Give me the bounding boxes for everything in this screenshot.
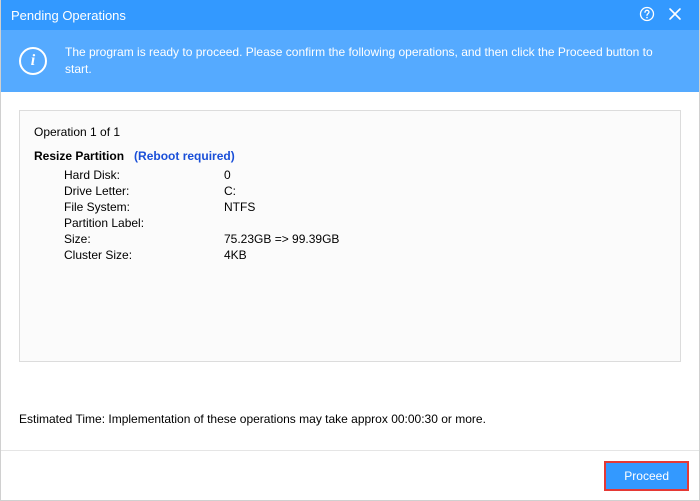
row-size: Size: 75.23GB => 99.39GB	[34, 231, 666, 247]
value-hard-disk: 0	[224, 167, 666, 183]
reboot-required-label: Reboot required	[138, 149, 231, 163]
value-partition-label	[224, 215, 666, 231]
operation-count: Operation 1 of 1	[34, 125, 666, 139]
operation-title: Resize Partition	[34, 149, 124, 163]
pending-operations-window: Pending Operations i The program is read…	[0, 0, 700, 501]
row-file-system: File System: NTFS	[34, 199, 666, 215]
label-cluster-size: Cluster Size:	[64, 247, 224, 263]
window-title: Pending Operations	[11, 8, 633, 23]
reboot-close-paren: )	[231, 149, 235, 163]
operations-panel: Operation 1 of 1 Resize Partition (Reboo…	[19, 110, 681, 362]
label-partition-label: Partition Label:	[64, 215, 224, 231]
row-partition-label: Partition Label:	[34, 215, 666, 231]
label-file-system: File System:	[64, 199, 224, 215]
footer: Proceed	[1, 450, 699, 500]
operation-title-row: Resize Partition (Reboot required)	[34, 149, 666, 163]
row-drive-letter: Drive Letter: C:	[34, 183, 666, 199]
proceed-button[interactable]: Proceed	[604, 461, 689, 491]
row-cluster-size: Cluster Size: 4KB	[34, 247, 666, 263]
value-file-system: NTFS	[224, 199, 666, 215]
help-icon	[639, 6, 655, 25]
banner-message: The program is ready to proceed. Please …	[65, 44, 681, 78]
value-cluster-size: 4KB	[224, 247, 666, 263]
info-icon: i	[19, 47, 47, 75]
content-area: Operation 1 of 1 Resize Partition (Reboo…	[1, 92, 699, 450]
label-hard-disk: Hard Disk:	[64, 167, 224, 183]
label-drive-letter: Drive Letter:	[64, 183, 224, 199]
estimated-time: Estimated Time: Implementation of these …	[19, 412, 681, 426]
close-icon	[668, 7, 682, 24]
close-button[interactable]	[661, 1, 689, 29]
info-banner: i The program is ready to proceed. Pleas…	[1, 30, 699, 92]
label-size: Size:	[64, 231, 224, 247]
help-button[interactable]	[633, 1, 661, 29]
titlebar: Pending Operations	[1, 0, 699, 30]
value-size: 75.23GB => 99.39GB	[224, 231, 666, 247]
row-hard-disk: Hard Disk: 0	[34, 167, 666, 183]
value-drive-letter: C:	[224, 183, 666, 199]
